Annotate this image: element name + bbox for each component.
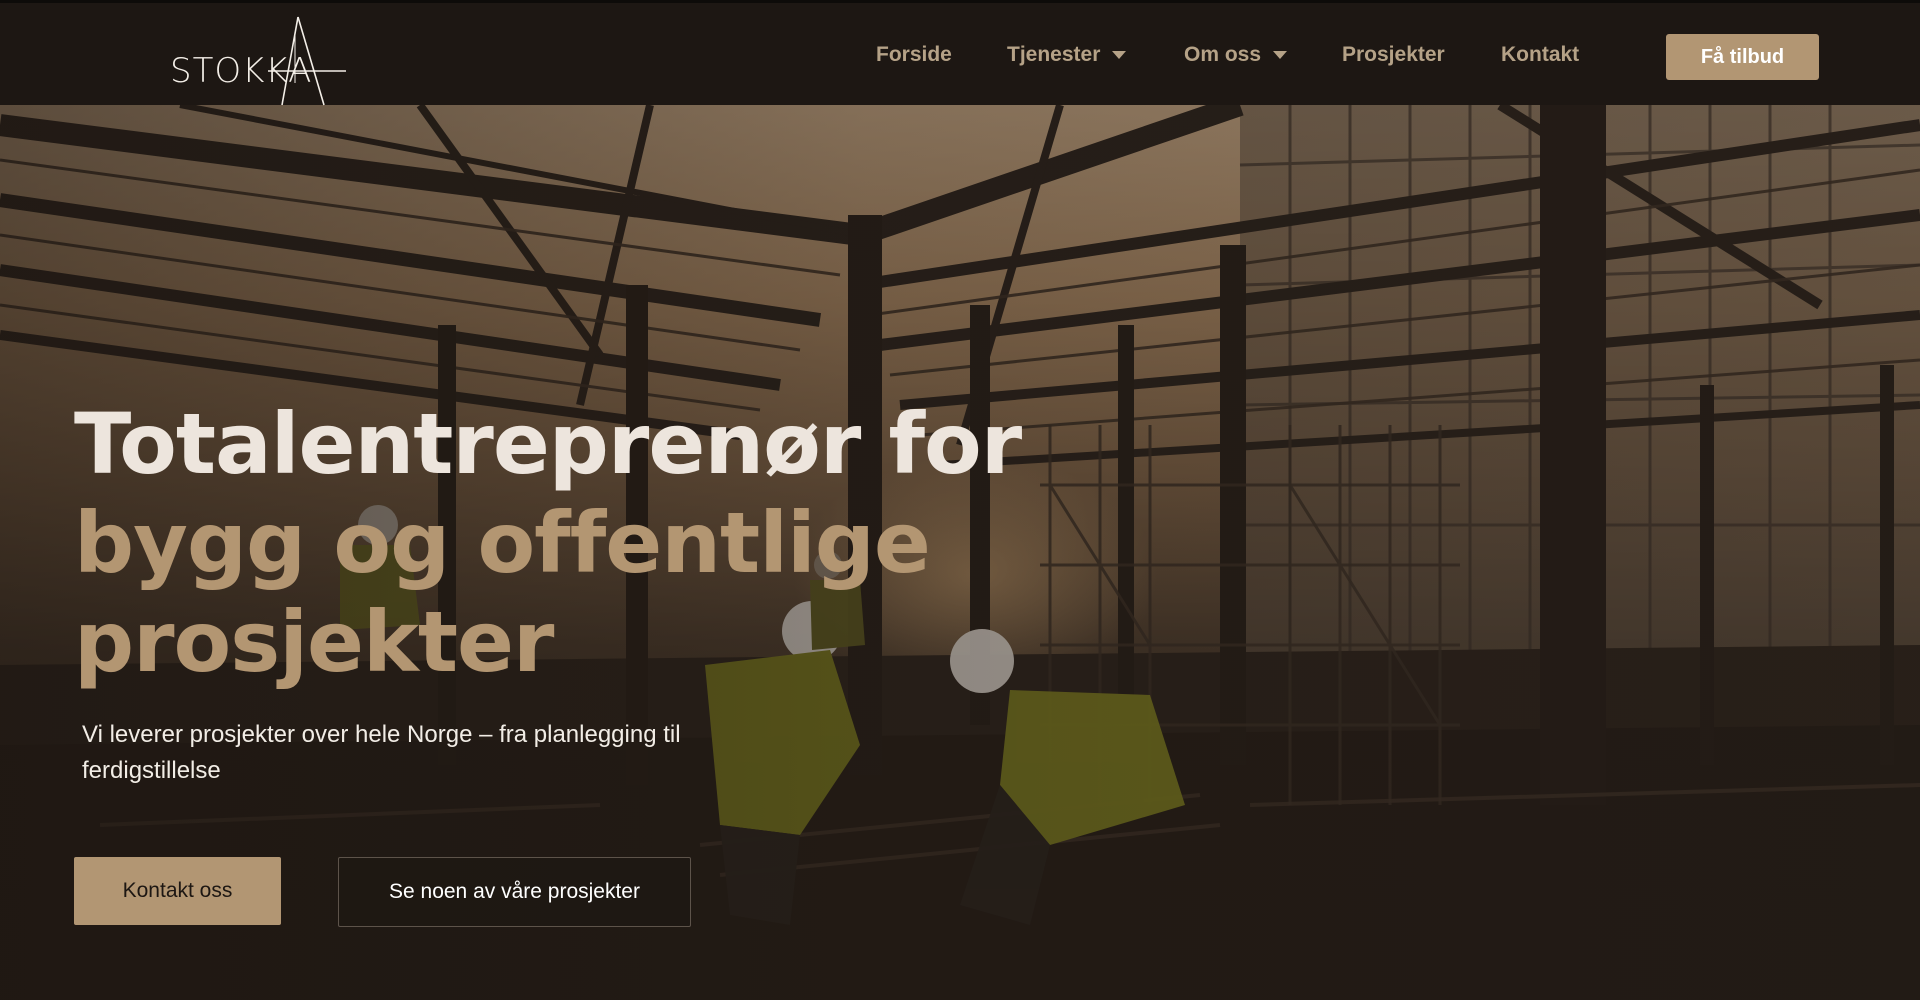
- page: STOKKA Forside Tjenester Om oss Prosjekt: [0, 0, 1920, 1000]
- get-quote-button[interactable]: Få tilbud: [1666, 34, 1819, 80]
- nav-item-label: Prosjekter: [1342, 43, 1445, 66]
- headline-line-2: bygg og offentlige: [74, 494, 931, 592]
- nav-item-om-oss[interactable]: Om oss: [1184, 43, 1288, 67]
- logo[interactable]: STOKKA: [170, 13, 350, 109]
- contact-us-button[interactable]: Kontakt oss: [74, 857, 281, 925]
- see-projects-button[interactable]: Se noen av våre prosjekter: [338, 857, 691, 927]
- headline-line-1: Totalentreprenør for: [74, 395, 1022, 493]
- hero-subtitle: Vi leverer prosjekter over hele Norge – …: [82, 721, 681, 784]
- hero-section: Totalentreprenør for bygg og offentlige …: [0, 105, 1920, 1000]
- nav-item-tjenester[interactable]: Tjenester: [1007, 43, 1127, 67]
- nav-item-forside[interactable]: Forside: [876, 43, 952, 67]
- caret-down-icon: [1273, 51, 1288, 59]
- caret-down-icon: [1112, 51, 1127, 59]
- nav-item-kontakt[interactable]: Kontakt: [1501, 43, 1579, 67]
- hero-headline: Totalentreprenør for bygg og offentlige …: [74, 395, 1022, 692]
- site-header: STOKKA Forside Tjenester Om oss Prosjekt: [0, 0, 1920, 106]
- nav-item-prosjekter[interactable]: Prosjekter: [1342, 43, 1445, 67]
- nav-item-label: Tjenester: [1007, 43, 1101, 66]
- nav-item-label: Om oss: [1184, 43, 1262, 66]
- nav-item-label: Forside: [876, 43, 952, 66]
- stylized-a-mark-icon: [268, 16, 346, 106]
- nav-item-label: Kontakt: [1501, 43, 1580, 66]
- headline-line-3: prosjekter: [74, 593, 554, 691]
